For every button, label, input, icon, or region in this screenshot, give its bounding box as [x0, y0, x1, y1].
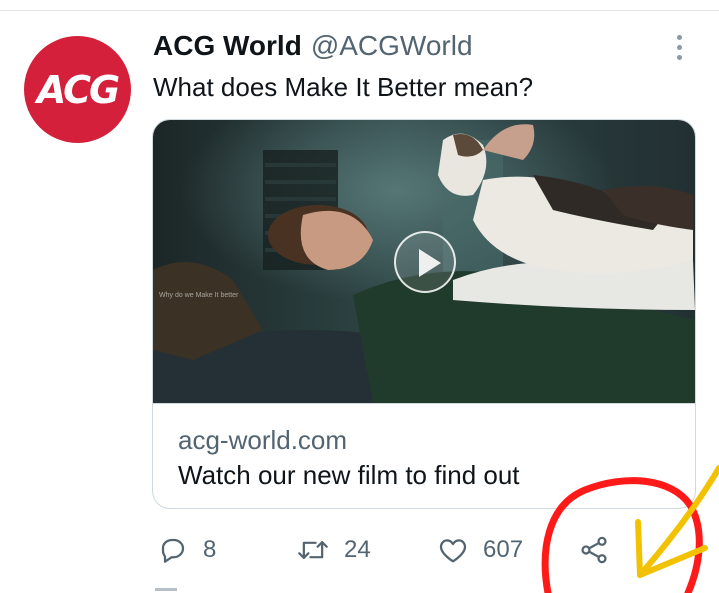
user-handle[interactable]: @ACGWorld	[311, 30, 473, 62]
share-button[interactable]	[578, 528, 610, 572]
retweet-button[interactable]: 24	[296, 528, 371, 572]
like-button[interactable]: 607	[437, 528, 523, 572]
more-options-button[interactable]	[664, 32, 694, 62]
card-title: Watch our new film to find out	[178, 460, 520, 490]
reply-count: 8	[203, 536, 217, 563]
play-icon[interactable]	[394, 231, 456, 293]
video-caption: Why do we Make It better	[159, 292, 239, 299]
display-name[interactable]: ACG World	[153, 30, 302, 62]
more-vertical-icon	[676, 34, 682, 40]
next-tweet-edge	[155, 588, 177, 591]
top-divider	[0, 10, 719, 11]
tweet-header: ACG World @ACGWorld	[153, 30, 473, 66]
retweet-count: 24	[344, 536, 371, 563]
reply-button[interactable]: 8	[157, 528, 216, 572]
card-domain: acg-world.com	[178, 425, 348, 455]
video-thumbnail[interactable]: Why do we Make It better	[153, 120, 695, 403]
like-icon	[439, 539, 467, 563]
tweet-text: What does Make It Better mean?	[153, 72, 534, 102]
avatar[interactable]: ACG	[24, 36, 131, 143]
share-icon	[581, 536, 607, 564]
card-meta[interactable]: acg-world.com Watch our new film to find…	[153, 403, 695, 508]
reply-icon	[161, 538, 185, 563]
tweet-actions: 8 24 607	[0, 528, 719, 572]
link-card[interactable]: Why do we Make It better acg-world.com W…	[152, 119, 696, 509]
acg-logo: ACG	[36, 67, 120, 112]
like-count: 607	[483, 536, 524, 563]
retweet-icon	[298, 541, 328, 559]
